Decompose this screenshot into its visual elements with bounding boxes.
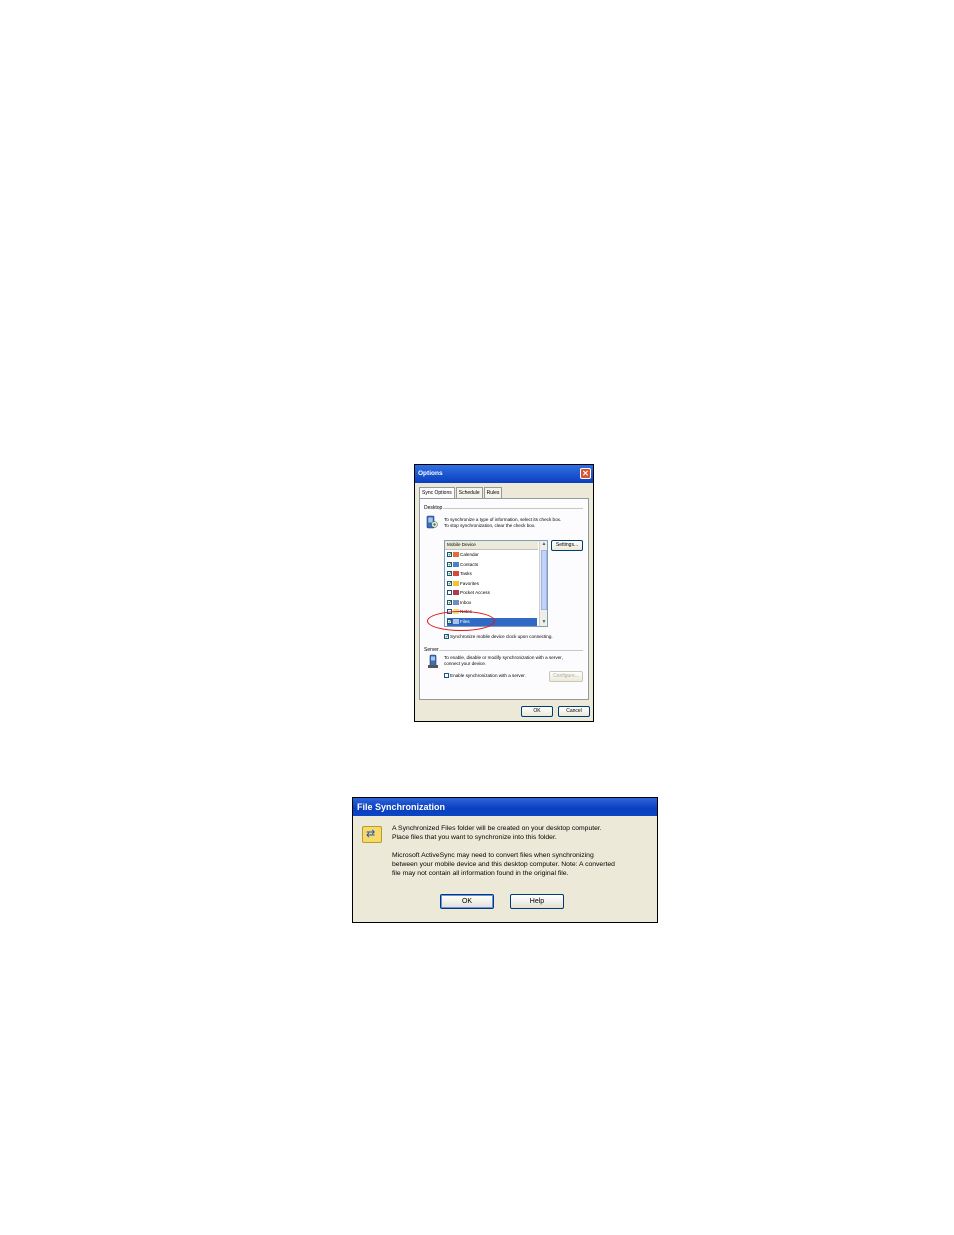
options-title: Options	[418, 470, 443, 477]
checkbox-pocket-access[interactable]	[447, 590, 452, 596]
desktop-section-label: Desktop	[424, 505, 443, 511]
desktop-info-line2: To stop synchronization, clear the check…	[444, 523, 536, 528]
enable-server-label: Enable synchronization with a server.	[450, 673, 526, 678]
file-sync-para2-line2: between your mobile device and this desk…	[392, 861, 615, 868]
server-divider	[439, 650, 583, 651]
file-sync-para1-line2: Place files that you want to synchronize…	[392, 834, 557, 841]
list-scrollbar[interactable]: ▲ ▼	[539, 541, 547, 626]
pocket-access-icon	[453, 590, 459, 596]
contacts-icon	[453, 561, 459, 567]
desktop-info-line1: To synchronize a type of information, se…	[444, 517, 562, 522]
tab-schedule[interactable]: Schedule	[455, 487, 483, 498]
tab-rules[interactable]: Rules	[483, 487, 503, 498]
list-item-inbox[interactable]: ✔ Inbox	[447, 599, 537, 607]
list-item-label: Tasks	[460, 571, 472, 576]
enable-server-checkbox[interactable]	[444, 673, 449, 679]
file-sync-ok-button[interactable]: OK	[440, 894, 494, 909]
options-tabs: Sync Options Schedule Rules	[419, 487, 503, 499]
checkbox-inbox[interactable]: ✔	[447, 599, 452, 605]
sync-clock-checkbox[interactable]: ✔	[444, 634, 449, 640]
calendar-icon	[453, 552, 459, 558]
scroll-down-icon[interactable]: ▼	[540, 619, 548, 626]
scroll-thumb[interactable]	[541, 550, 547, 610]
ok-button[interactable]: OK	[521, 706, 553, 717]
enable-server-row[interactable]: Enable synchronization with a server.	[444, 673, 526, 679]
checkbox-tasks[interactable]: ✔	[447, 571, 452, 577]
settings-button[interactable]: Settings...	[551, 540, 583, 551]
checkbox-calendar[interactable]: ✔	[447, 552, 452, 558]
checkbox-contacts[interactable]: ✔	[447, 561, 452, 567]
list-item-label: Contacts	[460, 561, 479, 567]
file-sync-para2-line3: file may not contain all information fou…	[392, 870, 569, 877]
list-item-label: Inbox	[460, 599, 472, 605]
list-item-label: Calendar	[460, 552, 479, 557]
annotation-oval	[427, 611, 495, 631]
list-item-label: Pocket Access	[460, 590, 490, 595]
list-item-favorites[interactable]: ✔ Favorites	[447, 580, 537, 588]
list-item-label: Favorites	[460, 580, 479, 586]
file-sync-help-button[interactable]: Help	[510, 894, 564, 909]
server-device-icon	[428, 654, 438, 668]
close-icon[interactable]: ✕	[580, 468, 591, 479]
cancel-button[interactable]: Cancel	[558, 706, 590, 717]
list-item-calendar[interactable]: ✔ Calendar	[447, 551, 537, 559]
sync-clock-row[interactable]: ✔Synchronize mobile device clock upon co…	[444, 634, 553, 640]
tasks-icon	[453, 571, 459, 577]
desktop-device-icon	[426, 515, 438, 529]
sync-folder-icon: ⇄	[362, 826, 382, 843]
inbox-icon	[453, 599, 459, 605]
desktop-divider	[443, 508, 583, 509]
file-sync-para1-line1: A Synchronized Files folder will be crea…	[392, 825, 602, 832]
configure-button[interactable]: Configure...	[549, 671, 583, 682]
checkbox-favorites[interactable]: ✔	[447, 580, 452, 586]
server-section-label: Server	[424, 647, 439, 653]
file-sync-para2-line1: Microsoft ActiveSync may need to convert…	[392, 852, 594, 859]
list-item-pocket-access[interactable]: Pocket Access	[447, 589, 537, 597]
list-item-tasks[interactable]: ✔ Tasks	[447, 570, 537, 578]
server-info-line2: connect your device.	[444, 661, 487, 666]
list-header[interactable]: Mobile Device	[445, 541, 538, 550]
file-sync-title: File Synchronization	[353, 798, 657, 816]
favorites-folder-icon	[453, 580, 459, 586]
options-title-bar: Options ✕	[415, 465, 593, 483]
server-info-line1: To enable, disable or modify synchroniza…	[444, 655, 563, 660]
scroll-up-icon[interactable]: ▲	[540, 541, 548, 548]
list-item-contacts[interactable]: ✔ Contacts	[447, 561, 537, 569]
file-sync-dialog: File Synchronization ⇄ A Synchronized Fi…	[352, 797, 658, 923]
sync-clock-label: Synchronize mobile device clock upon con…	[450, 634, 553, 639]
